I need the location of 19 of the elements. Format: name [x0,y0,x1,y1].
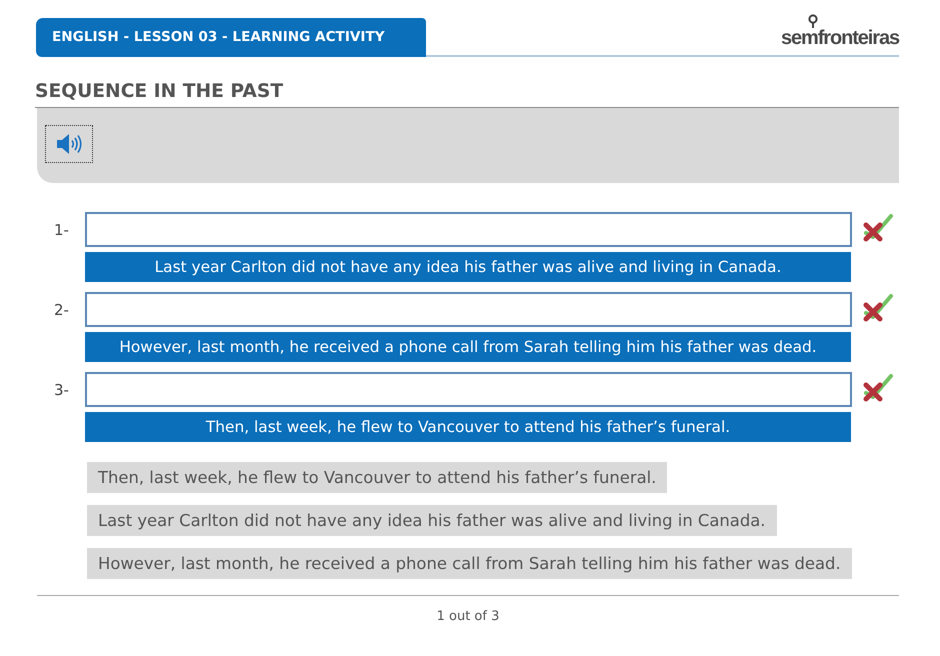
logo-text: semfronteiras [781,28,899,48]
placed-sentence: Last year Carlton did not have any idea his father was alive and living in Canada. [85,252,851,282]
slot-number: 1- [53,220,70,238]
draggable-sentence[interactable]: Last year Carlton did not have any idea his father was alive and living in Canada. [87,505,776,536]
draggable-sentence[interactable]: However, last month, he received a phone call from Sarah telling him his father was dead. [87,548,852,579]
speaker-icon [55,133,83,155]
answer-field[interactable] [85,292,852,327]
placed-sentence: Then, last week, he flew to Vancouver to attend his father’s funeral. [85,412,851,442]
slot-number: 2- [53,300,70,318]
map-pin-icon [808,14,818,28]
slot-number: 3- [53,380,70,398]
page-counter: 1 out of 3 [436,609,500,624]
audio-button[interactable] [45,125,93,163]
placed-sentence: However, last month, he received a phone call from Sarah telling him his father was dead. [85,332,851,362]
draggable-sentence[interactable]: Then, last week, he flew to Vancouver to attend his father’s funeral. [87,462,668,493]
section-title: SEQUENCE IN THE PAST [35,80,284,104]
answer-field[interactable] [85,372,852,407]
lesson-title-banner: ENGLISH - LESSON 03 - LEARNING ACTIVITY [36,18,426,57]
answer-field[interactable] [85,212,852,247]
